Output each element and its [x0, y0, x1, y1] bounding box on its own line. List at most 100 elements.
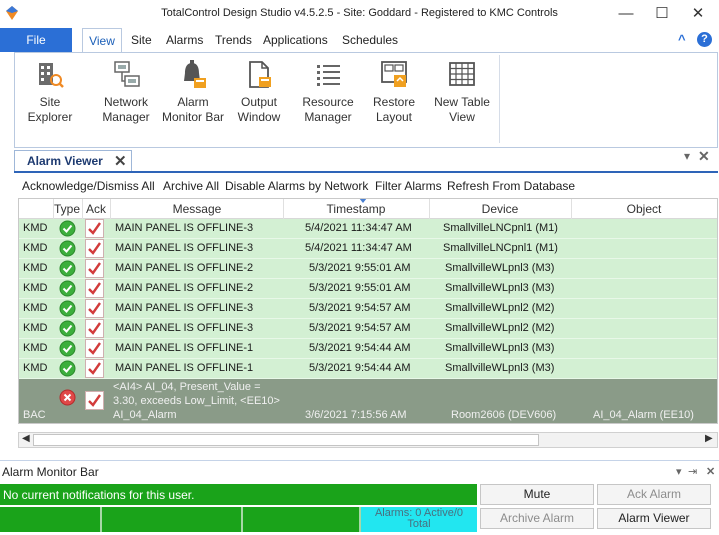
- message-cell: MAIN PANEL IS OFFLINE-1: [115, 342, 254, 354]
- ribbon-label: Restore: [372, 95, 416, 109]
- ribbon-label: Layout: [375, 110, 413, 124]
- minimize-button[interactable]: —: [612, 4, 640, 24]
- network-manager-icon: [114, 61, 140, 87]
- close-panel-icon[interactable]: ✕: [706, 465, 715, 478]
- message-cell: AI_04_Alarm: [113, 409, 177, 421]
- ack-checkbox[interactable]: [85, 319, 104, 338]
- document-dropdown-icon[interactable]: ▾: [684, 149, 690, 163]
- ack-checkbox[interactable]: [85, 279, 104, 298]
- maximize-button[interactable]: ☐: [648, 4, 676, 24]
- column-header-timestamp[interactable]: Timestamp: [283, 202, 429, 216]
- scroll-left-icon[interactable]: ◀: [22, 433, 30, 444]
- resource-manager-button[interactable]: Resource Manager: [297, 59, 359, 125]
- tab-file[interactable]: File: [0, 28, 72, 52]
- restore-layout-icon: [381, 61, 407, 87]
- checkmark-icon: [88, 394, 101, 407]
- ack-alarm-button[interactable]: Ack Alarm: [597, 484, 711, 505]
- ribbon-label: Window: [237, 110, 281, 124]
- tab-alarms[interactable]: Alarms: [166, 28, 203, 52]
- ok-check-icon: [59, 280, 76, 297]
- table-grid-icon: [449, 62, 475, 86]
- ack-checkbox[interactable]: [85, 259, 104, 278]
- alarm-monitor-bar-button[interactable]: Alarm Monitor Bar: [159, 59, 227, 125]
- checkmark-icon: [88, 342, 101, 355]
- help-icon[interactable]: ?: [697, 32, 712, 47]
- message-cell: MAIN PANEL IS OFFLINE-2: [115, 262, 254, 274]
- ribbon-label: View: [449, 110, 475, 124]
- source-cell: KMD: [23, 282, 48, 294]
- site-explorer-button[interactable]: Site Explorer: [23, 59, 77, 125]
- disable-alarms-by-network-button[interactable]: Disable Alarms by Network: [225, 179, 368, 193]
- ack-checkbox[interactable]: [85, 299, 104, 318]
- table-row[interactable]: KMD MAIN PANEL IS OFFLINE-2 5/3/2021 9:5…: [19, 259, 717, 279]
- column-header-ack[interactable]: Ack: [83, 202, 109, 216]
- column-header-object[interactable]: Object: [571, 202, 717, 216]
- restore-layout-button[interactable]: Restore Layout: [367, 59, 421, 125]
- scrollbar-thumb[interactable]: [33, 434, 539, 446]
- ack-checkbox[interactable]: [85, 239, 104, 258]
- tab-trends[interactable]: Trends: [215, 28, 252, 52]
- table-row[interactable]: KMD MAIN PANEL IS OFFLINE-3 5/4/2021 11:…: [19, 239, 717, 259]
- ribbon-label: Output: [240, 95, 278, 109]
- ribbon-label: New Table: [434, 95, 490, 109]
- device-cell: SmallvilleWLpnl3 (M3): [445, 342, 555, 354]
- new-table-view-button[interactable]: New Table View: [429, 59, 495, 125]
- column-divider: [82, 199, 83, 219]
- ack-checkbox[interactable]: [85, 359, 104, 378]
- ribbon-label: Manager: [102, 110, 150, 124]
- horizontal-scrollbar[interactable]: ◀ ▶: [18, 432, 718, 448]
- archive-alarm-button[interactable]: Archive Alarm: [480, 508, 594, 529]
- alarm-segment: [0, 507, 102, 532]
- device-cell: SmallvilleWLpnl3 (M3): [445, 262, 555, 274]
- message-cell: MAIN PANEL IS OFFLINE-3: [115, 222, 254, 234]
- collapse-ribbon-icon[interactable]: ^: [678, 28, 686, 52]
- tab-schedules[interactable]: Schedules: [342, 28, 398, 52]
- table-row[interactable]: KMD MAIN PANEL IS OFFLINE-3 5/4/2021 11:…: [19, 219, 717, 239]
- table-header: Type Ack Message Timestamp Device Object: [19, 199, 717, 219]
- close-window-button[interactable]: ✕: [684, 4, 712, 24]
- selected-table-row[interactable]: BAC <AI4> AI_04, Present_Value = 3.30, e…: [19, 379, 717, 423]
- table-row[interactable]: KMD MAIN PANEL IS OFFLINE-2 5/3/2021 9:5…: [19, 279, 717, 299]
- table-row[interactable]: KMD MAIN PANEL IS OFFLINE-1 5/3/2021 9:5…: [19, 359, 717, 379]
- tab-applications[interactable]: Applications: [263, 28, 328, 52]
- message-cell: MAIN PANEL IS OFFLINE-1: [115, 362, 254, 374]
- error-x-icon: [59, 389, 76, 406]
- output-window-icon: [249, 61, 271, 88]
- tab-alarm-viewer[interactable]: Alarm Viewer ✕: [14, 150, 132, 172]
- checkmark-icon: [88, 222, 101, 235]
- panel-dropdown-icon[interactable]: ▾: [676, 465, 682, 478]
- ack-checkbox[interactable]: [85, 219, 104, 238]
- tab-view[interactable]: View: [82, 28, 122, 53]
- table-row[interactable]: KMD MAIN PANEL IS OFFLINE-3 5/3/2021 9:5…: [19, 319, 717, 339]
- device-cell: SmallvilleLNCpnl1 (M1): [443, 222, 558, 234]
- alarm-segment: [102, 507, 243, 532]
- tab-site[interactable]: Site: [131, 28, 152, 52]
- resource-list-icon: [317, 65, 340, 86]
- alarm-viewer-button[interactable]: Alarm Viewer: [597, 508, 711, 529]
- scroll-right-icon[interactable]: ▶: [705, 433, 713, 444]
- timestamp-cell: 5/3/2021 9:55:01 AM: [309, 262, 411, 274]
- close-alarm-viewer-button[interactable]: ✕: [114, 152, 127, 170]
- mute-button[interactable]: Mute: [480, 484, 594, 505]
- pin-icon[interactable]: ⇥: [688, 465, 697, 478]
- network-manager-button[interactable]: Network Manager: [95, 59, 157, 125]
- archive-all-button[interactable]: Archive All: [163, 179, 219, 193]
- ack-checkbox[interactable]: [85, 391, 104, 410]
- column-divider: [571, 199, 572, 219]
- column-header-type[interactable]: Type: [53, 202, 81, 216]
- acknowledge-dismiss-all-button[interactable]: Acknowledge/Dismiss All: [22, 179, 155, 193]
- title-bar: TotalControl Design Studio v4.5.2.5 - Si…: [0, 0, 719, 28]
- output-window-button[interactable]: Output Window: [231, 59, 287, 125]
- message-cell: <AI4> AI_04, Present_Value =: [113, 381, 261, 393]
- refresh-from-database-button[interactable]: Refresh From Database: [447, 179, 575, 193]
- ack-checkbox[interactable]: [85, 339, 104, 358]
- checkmark-icon: [88, 242, 101, 255]
- notification-status-text: No current notifications for this user.: [3, 488, 195, 502]
- column-header-device[interactable]: Device: [429, 202, 571, 216]
- ok-check-icon: [59, 240, 76, 257]
- column-header-message[interactable]: Message: [111, 202, 283, 216]
- table-row[interactable]: KMD MAIN PANEL IS OFFLINE-3 5/3/2021 9:5…: [19, 299, 717, 319]
- close-document-icon[interactable]: ✕: [698, 148, 710, 165]
- table-row[interactable]: KMD MAIN PANEL IS OFFLINE-1 5/3/2021 9:5…: [19, 339, 717, 359]
- filter-alarms-button[interactable]: Filter Alarms: [375, 179, 442, 193]
